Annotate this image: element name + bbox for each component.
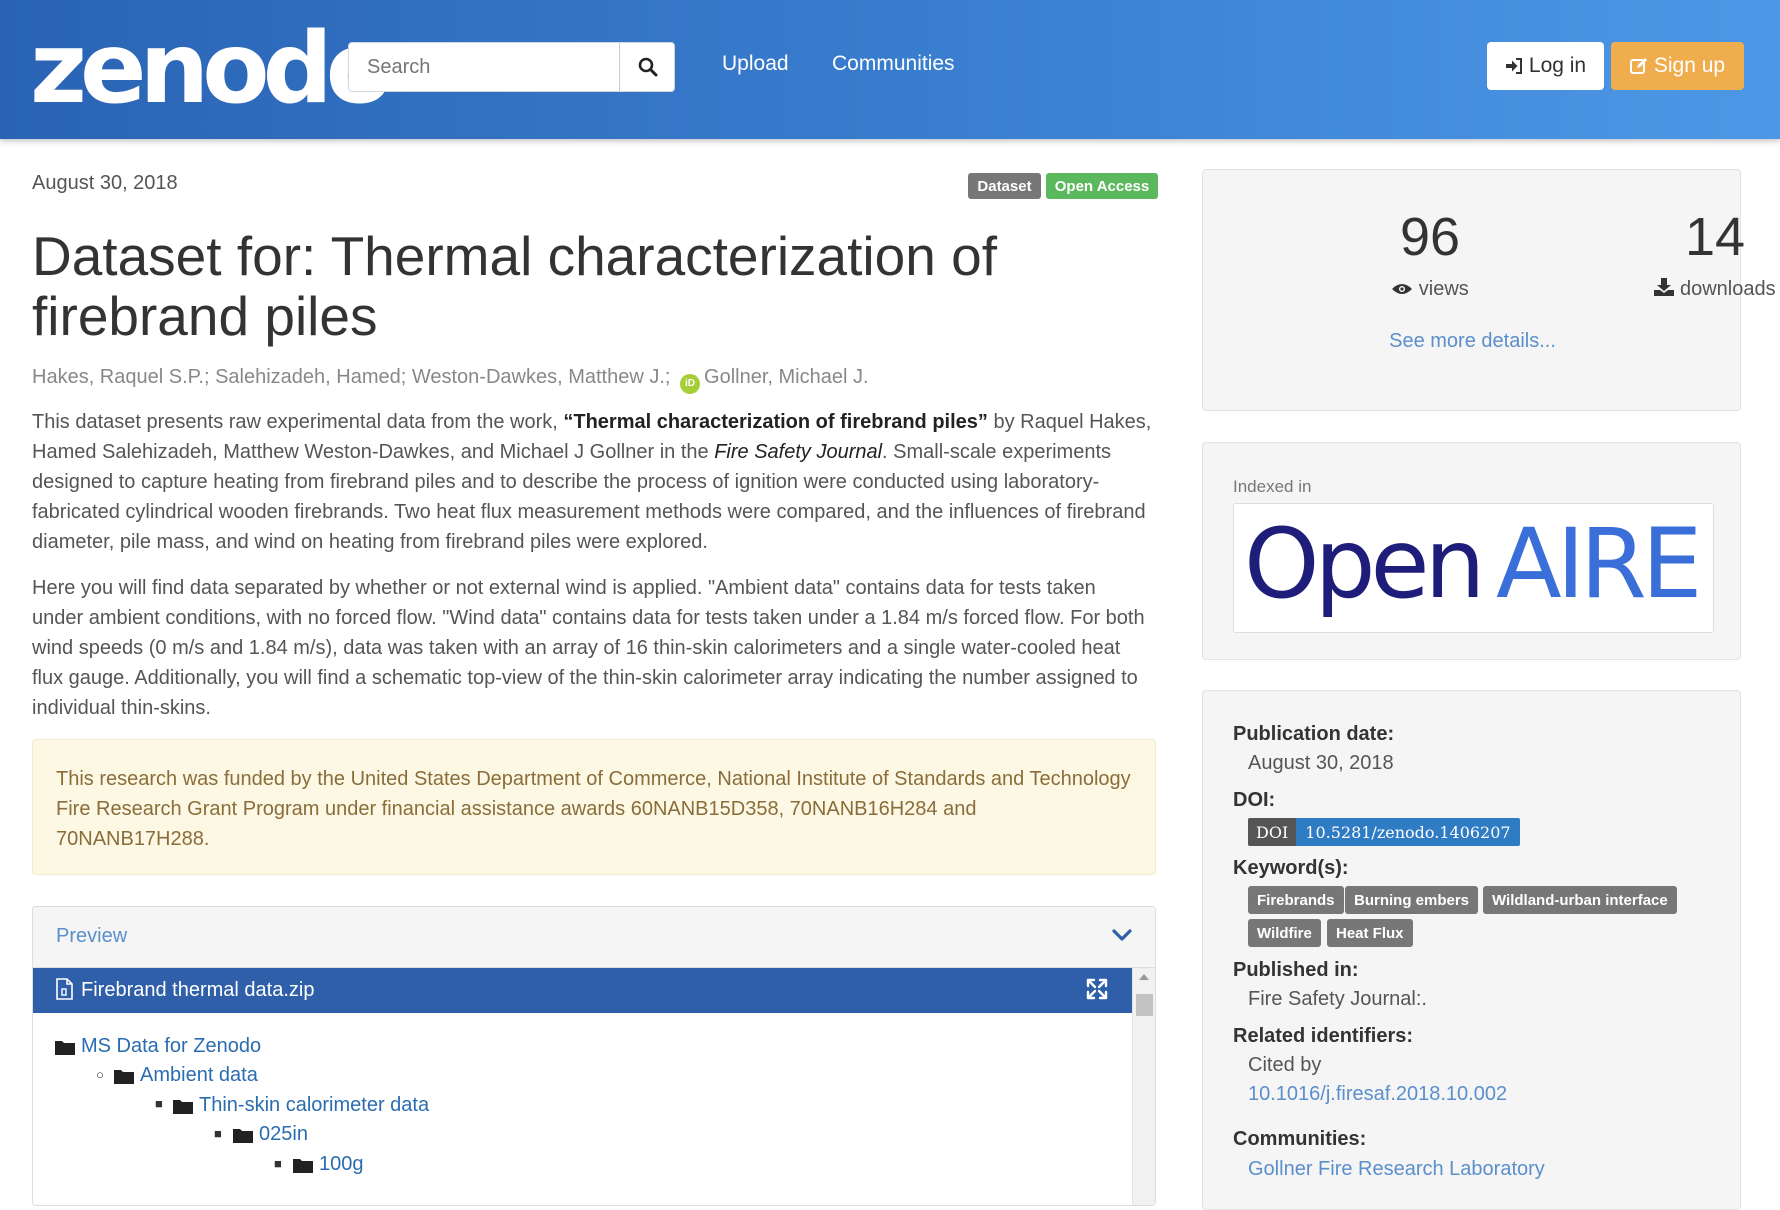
publication-date-label: Publication date: bbox=[1233, 723, 1395, 745]
doi-badge[interactable]: DOI 10.5281/zenodo.1406207 bbox=[1248, 818, 1520, 846]
community-link[interactable]: Gollner Fire Research Laboratory bbox=[1248, 1158, 1545, 1181]
preview-header[interactable]: Preview bbox=[33, 907, 1155, 968]
tree-bullet: ■ bbox=[214, 1126, 222, 1141]
search-input[interactable] bbox=[349, 43, 619, 91]
record-authors: Hakes, Raquel S.P.; Salehizadeh, Hamed; … bbox=[32, 366, 869, 394]
folder-icon bbox=[55, 1040, 75, 1055]
search-icon bbox=[638, 57, 658, 77]
folder-icon bbox=[293, 1158, 313, 1173]
views-count: 96 bbox=[1399, 207, 1461, 267]
sign-in-icon bbox=[1505, 58, 1522, 74]
download-icon bbox=[1654, 278, 1675, 296]
eye-icon bbox=[1392, 284, 1413, 294]
indexed-panel: Indexed in Open AIRE bbox=[1202, 442, 1741, 660]
folder-icon bbox=[233, 1128, 253, 1143]
authors-list: Hakes, Raquel S.P.; Salehizadeh, Hamed; … bbox=[32, 366, 671, 388]
tree-bullet: ■ bbox=[274, 1156, 282, 1171]
tree-folder-ambient-data[interactable]: Ambient data bbox=[114, 1064, 258, 1087]
tree-folder-thin-skin[interactable]: Thin-skin calorimeter data bbox=[173, 1094, 429, 1117]
desc-text: This dataset presents raw experimental d… bbox=[32, 411, 564, 433]
tree-folder-025in[interactable]: 025in bbox=[233, 1123, 308, 1146]
keyword-badge[interactable]: Heat Flux bbox=[1327, 919, 1413, 947]
orcid-icon[interactable]: iD bbox=[680, 374, 701, 394]
tree-label: Ambient data bbox=[140, 1064, 258, 1086]
openaire-logo-aire: AIRE bbox=[1496, 508, 1702, 620]
signup-label: Sign up bbox=[1653, 54, 1726, 77]
downloads-label: downloads bbox=[1615, 278, 1780, 301]
login-label: Log in bbox=[1528, 54, 1587, 77]
tree-label: Thin-skin calorimeter data bbox=[199, 1094, 430, 1116]
record-title: Dataset for: Thermal characterization of… bbox=[32, 225, 997, 347]
funding-notice: This research was funded by the United S… bbox=[32, 739, 1156, 875]
tree-folder-ms-data[interactable]: MS Data for Zenodo bbox=[55, 1035, 261, 1058]
expand-icon[interactable] bbox=[1086, 978, 1108, 1000]
keyword-badge[interactable]: Wildfire bbox=[1248, 919, 1321, 947]
preview-panel: Preview Firebrand thermal data.zip MS Da… bbox=[32, 906, 1156, 1206]
related-identifier-link[interactable]: 10.1016/j.firesaf.2018.10.002 bbox=[1248, 1083, 1507, 1106]
tree-label: 100g bbox=[319, 1153, 364, 1175]
tree-bullet: ■ bbox=[155, 1096, 163, 1111]
preview-file-name: Firebrand thermal data.zip bbox=[81, 979, 315, 1001]
top-navbar: zenodo Upload Communities Log in Sign up bbox=[0, 0, 1780, 139]
downloads-label-text: downloads bbox=[1679, 278, 1776, 300]
tree-folder-100g[interactable]: 100g bbox=[293, 1153, 364, 1176]
desc-journal: Fire Safety Journal bbox=[714, 441, 883, 463]
search-button[interactable] bbox=[619, 43, 676, 91]
nav-communities[interactable]: Communities bbox=[832, 52, 955, 76]
indexed-in-label: Indexed in bbox=[1233, 477, 1312, 496]
folder-icon bbox=[114, 1069, 134, 1084]
tree-label: 025in bbox=[259, 1123, 308, 1145]
signup-button[interactable]: Sign up bbox=[1611, 42, 1744, 90]
folder-icon bbox=[173, 1099, 193, 1114]
openaire-logo[interactable]: Open AIRE bbox=[1233, 503, 1714, 633]
keywords-label: Keyword(s): bbox=[1233, 857, 1349, 879]
doi-badge-value: 10.5281/zenodo.1406207 bbox=[1296, 818, 1520, 846]
preview-label: Preview bbox=[56, 925, 128, 947]
description-paragraph-1: This dataset presents raw experimental d… bbox=[32, 407, 1152, 557]
published-in-value: Fire Safety Journal:. bbox=[1248, 988, 1427, 1010]
preview-scrollbar[interactable] bbox=[1132, 968, 1155, 1205]
search-box bbox=[348, 42, 675, 92]
doi-badge-key: DOI bbox=[1248, 818, 1297, 846]
see-more-details-link[interactable]: See more details... bbox=[1203, 330, 1742, 353]
zenodo-logo[interactable]: zenodo bbox=[30, 14, 393, 124]
author-gollner: Gollner, Michael J. bbox=[704, 366, 869, 388]
badge-open-access: Open Access bbox=[1046, 173, 1158, 199]
record-date: August 30, 2018 bbox=[32, 172, 178, 194]
description-paragraph-2: Here you will find data separated by whe… bbox=[32, 577, 1145, 719]
file-archive-icon bbox=[56, 978, 73, 1000]
related-identifiers-label: Related identifiers: bbox=[1233, 1025, 1414, 1047]
login-button[interactable]: Log in bbox=[1487, 42, 1604, 90]
keyword-badge[interactable]: Firebrands bbox=[1248, 886, 1344, 914]
nav-upload[interactable]: Upload bbox=[722, 52, 789, 76]
communities-label: Communities: bbox=[1233, 1128, 1367, 1150]
tree-label: MS Data for Zenodo bbox=[81, 1035, 262, 1057]
keyword-badge[interactable]: Burning embers bbox=[1345, 886, 1479, 914]
publication-date-value: August 30, 2018 bbox=[1248, 752, 1394, 774]
views-label-text: views bbox=[1418, 278, 1469, 300]
desc-paper-title: “Thermal characterization of firebrand p… bbox=[563, 411, 988, 433]
scroll-up-arrow[interactable] bbox=[1139, 974, 1149, 980]
badge-dataset: Dataset bbox=[968, 173, 1041, 199]
openaire-logo-open: Open bbox=[1244, 508, 1485, 620]
chevron-down-icon[interactable] bbox=[1111, 927, 1133, 943]
downloads-count: 14 bbox=[1684, 207, 1746, 267]
preview-file-bar: Firebrand thermal data.zip bbox=[33, 968, 1132, 1013]
doi-label: DOI: bbox=[1233, 789, 1276, 811]
published-in-label: Published in: bbox=[1233, 959, 1359, 981]
tree-bullet: ○ bbox=[96, 1067, 104, 1082]
metadata-panel: Publication date: August 30, 2018 DOI: D… bbox=[1202, 690, 1741, 1210]
stats-panel: 96 views 14 downloads See more details..… bbox=[1202, 169, 1776, 411]
views-label: views bbox=[1330, 278, 1530, 301]
keyword-badge[interactable]: Wildland-urban interface bbox=[1483, 886, 1677, 914]
scrollbar-thumb[interactable] bbox=[1136, 994, 1153, 1016]
edit-icon bbox=[1629, 58, 1647, 74]
related-type: Cited by bbox=[1248, 1054, 1322, 1076]
